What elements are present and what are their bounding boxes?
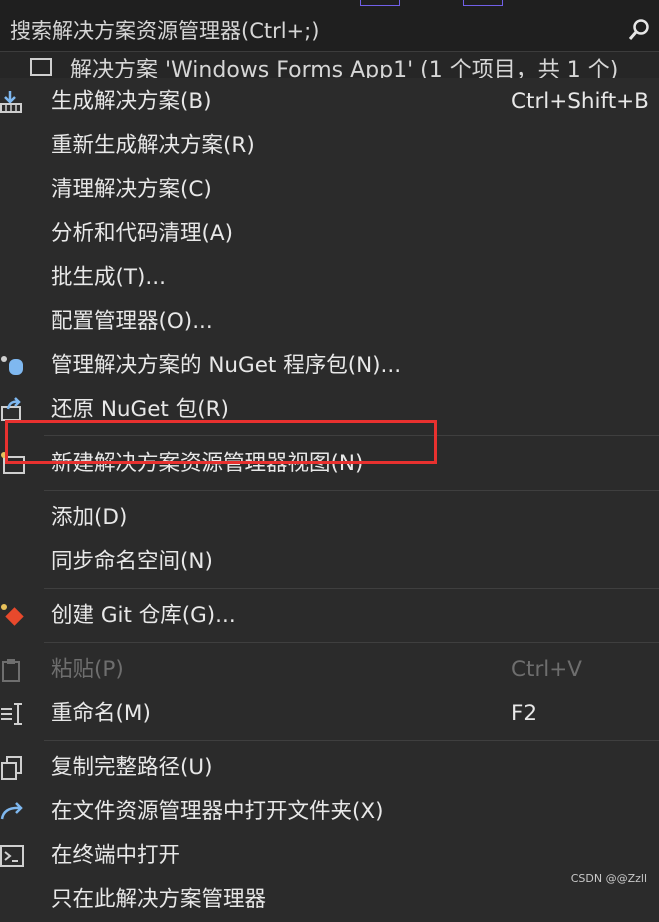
menu-item-clean-solution[interactable]: 清理解决方案(C) — [0, 168, 659, 212]
menu-item-configuration-manager[interactable]: 配置管理器(O)... — [0, 300, 659, 344]
menu-item-scope-to-this[interactable]: 只在此解决方案管理器 — [0, 878, 659, 922]
menu-item-open-folder-in-explorer[interactable]: 在文件资源管理器中打开文件夹(X) — [0, 790, 659, 834]
search-icon[interactable] — [627, 18, 651, 42]
rename-icon — [1, 703, 22, 725]
menu-item-batch-build[interactable]: 批生成(T)... — [0, 256, 659, 300]
menu-item-label: 同步命名空间(N) — [51, 549, 213, 574]
search-input[interactable] — [0, 8, 632, 53]
nuget-icon — [1, 356, 23, 375]
toolbar-tab[interactable] — [360, 0, 400, 6]
menu-item-shortcut: Ctrl+V — [511, 657, 582, 682]
build-icon — [0, 91, 22, 113]
menu-item-label: 重新生成解决方案(R) — [51, 133, 255, 158]
menu-item-label: 生成解决方案(B) — [51, 89, 212, 114]
menu-item-label: 管理解决方案的 NuGet 程序包(N)... — [51, 353, 402, 378]
menu-item-label: 分析和代码清理(A) — [51, 221, 233, 246]
menu-item-open-in-terminal[interactable]: 在终端中打开 — [0, 834, 659, 878]
menu-item-shortcut: Ctrl+Shift+B — [511, 89, 649, 114]
menu-item-rename[interactable]: 重命名(M) F2 — [0, 692, 659, 736]
solution-icon — [30, 58, 52, 76]
menu-item-build-solution[interactable]: 生成解决方案(B) Ctrl+Shift+B — [0, 80, 659, 124]
menu-item-label: 创建 Git 仓库(G)... — [51, 603, 236, 628]
menu-item-manage-nuget-packages[interactable]: 管理解决方案的 NuGet 程序包(N)... — [0, 344, 659, 388]
highlight-annotation — [5, 420, 437, 464]
menu-separator — [44, 740, 659, 741]
menu-item-label: 批生成(T)... — [51, 265, 166, 290]
menu-item-paste[interactable]: 粘贴(P) Ctrl+V — [0, 648, 659, 692]
menu-separator — [44, 490, 659, 491]
menu-item-label: 粘贴(P) — [51, 657, 124, 682]
search-bar — [0, 8, 659, 53]
solution-label: 解决方案 'Windows Forms App1' (1 个项目，共 1 个) — [70, 58, 619, 78]
menu-separator — [44, 588, 659, 589]
toolbar-tab[interactable] — [463, 0, 503, 6]
top-strip — [0, 0, 659, 8]
menu-item-label: 配置管理器(O)... — [51, 309, 213, 334]
menu-item-label: 重命名(M) — [51, 701, 151, 726]
menu-item-sync-namespaces[interactable]: 同步命名空间(N) — [0, 540, 659, 584]
watermark: CSDN @@Zzll — [570, 872, 647, 885]
menu-item-copy-full-path[interactable]: 复制完整路径(U) — [0, 746, 659, 790]
menu-item-create-git-repo[interactable]: 创建 Git 仓库(G)... — [0, 594, 659, 638]
menu-item-label: 只在此解决方案管理器 — [51, 887, 267, 912]
menu-item-label: 在文件资源管理器中打开文件夹(X) — [51, 799, 384, 824]
menu-item-label: 复制完整路径(U) — [51, 755, 213, 780]
menu-item-label: 添加(D) — [51, 505, 128, 530]
menu-item-shortcut: F2 — [511, 701, 538, 726]
menu-item-rebuild-solution[interactable]: 重新生成解决方案(R) — [0, 124, 659, 168]
menu-separator — [44, 642, 659, 643]
open-folder-arrow-icon — [0, 802, 23, 820]
menu-item-analyze-code-cleanup[interactable]: 分析和代码清理(A) — [0, 212, 659, 256]
menu-item-label: 清理解决方案(C) — [51, 177, 212, 202]
solution-tree-row[interactable]: 解决方案 'Windows Forms App1' (1 个项目，共 1 个) — [0, 52, 659, 78]
menu-item-label: 在终端中打开 — [51, 843, 181, 868]
paste-icon — [2, 659, 20, 682]
copy-icon — [1, 756, 22, 780]
terminal-icon — [0, 845, 24, 867]
git-icon — [1, 604, 24, 626]
context-menu: 生成解决方案(B) Ctrl+Shift+B 重新生成解决方案(R) 清理解决方… — [0, 78, 659, 912]
menu-item-add[interactable]: 添加(D) — [0, 496, 659, 540]
